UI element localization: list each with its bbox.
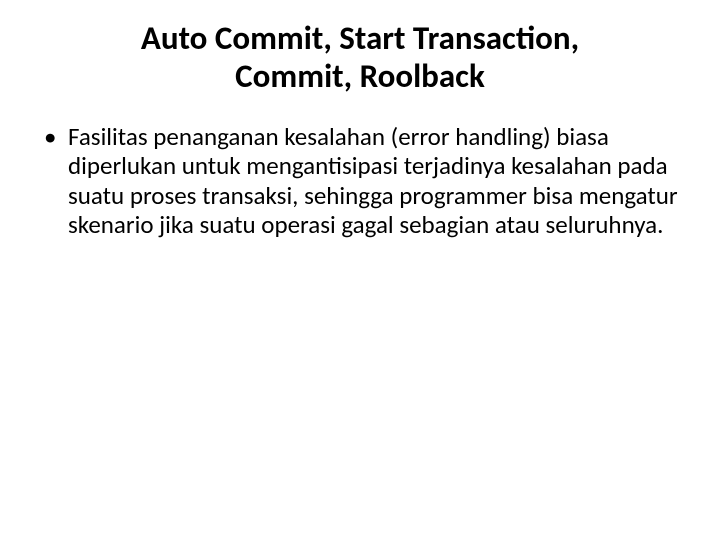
slide: Auto Commit, Start Transaction, Commit, … [0, 0, 720, 540]
title-line-2: Commit, Roolback [235, 56, 485, 96]
list-item: Fasilitas penanganan kesalahan (error ha… [38, 122, 682, 240]
bullet-text: Fasilitas penanganan kesalahan (error ha… [68, 121, 678, 241]
bullet-list: Fasilitas penanganan kesalahan (error ha… [38, 122, 682, 240]
slide-title: Auto Commit, Start Transaction, Commit, … [38, 20, 682, 96]
title-line-1: Auto Commit, Start Transaction, [141, 18, 579, 58]
slide-body: Fasilitas penanganan kesalahan (error ha… [38, 122, 682, 240]
